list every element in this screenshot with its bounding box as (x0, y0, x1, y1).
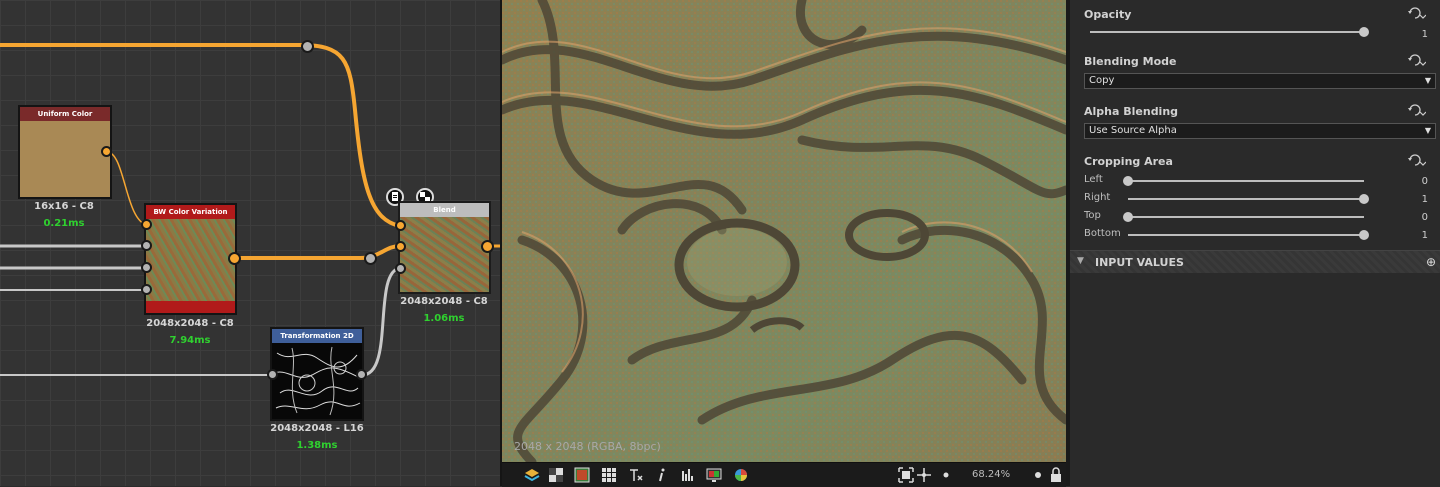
node-title: BW Color Variation (146, 205, 235, 219)
reset-icon[interactable] (1408, 103, 1426, 117)
blending-mode-value: Copy (1089, 75, 1115, 86)
node-transformation-2d[interactable]: Transformation 2D (270, 327, 364, 421)
crop-bottom-slider-track[interactable] (1128, 234, 1364, 236)
node-bw-color-variation[interactable]: BW Color Variation (144, 203, 237, 315)
output-port[interactable] (481, 240, 494, 253)
crop-left-slider-track[interactable] (1128, 180, 1364, 182)
node-resolution: 2048x2048 - C8 (400, 296, 488, 307)
alpha-blending-label: Alpha Blending (1084, 105, 1179, 118)
crop-right-slider-handle[interactable] (1359, 194, 1369, 204)
node-thumbnail (20, 121, 110, 197)
color-wheel-icon[interactable] (733, 467, 749, 483)
add-icon[interactable]: ⊕ (1426, 255, 1436, 269)
input-port-background[interactable] (395, 241, 406, 252)
opacity-value[interactable]: 1 (1410, 29, 1428, 40)
histogram-icon[interactable] (680, 467, 696, 483)
opacity-label: Opacity (1084, 8, 1132, 21)
lock-icon[interactable] (1048, 467, 1064, 483)
opacity-slider-track[interactable] (1090, 31, 1364, 33)
blending-mode-dropdown[interactable]: Copy ▼ (1084, 73, 1436, 89)
input-port[interactable] (141, 240, 152, 251)
node-title: Blend (400, 203, 489, 217)
crop-top-label: Top (1084, 210, 1101, 221)
crop-bottom-slider-handle[interactable] (1359, 230, 1369, 240)
image-info: 2048 x 2048 (RGBA, 8bpc) (514, 440, 661, 453)
input-values-section-header[interactable]: ▼ INPUT VALUES ⊕ (1070, 250, 1440, 273)
view-toolbar: 68.24% (502, 462, 1066, 487)
node-resolution: 2048x2048 - C8 (146, 318, 234, 329)
dropdown-arrow-icon: ▼ (1424, 76, 1431, 85)
node-cook-time: 0.21ms (43, 218, 85, 229)
alpha-blending-value: Use Source Alpha (1089, 125, 1177, 136)
node-thumbnail (146, 219, 235, 301)
output-port[interactable] (228, 252, 241, 265)
crop-right-slider-track[interactable] (1128, 198, 1364, 200)
node-cook-time: 1.06ms (423, 313, 465, 324)
reroute-dot[interactable] (364, 252, 377, 265)
node-footer (146, 301, 235, 313)
input-port-foreground[interactable] (395, 220, 406, 231)
node-thumbnail (400, 217, 489, 292)
designer-window: Uniform Color 16x16 - C8 0.21ms BW Color… (0, 0, 1440, 487)
mask-thumbnail-lines (273, 346, 361, 416)
crop-bottom-label: Bottom (1084, 228, 1121, 239)
crop-top-slider-track[interactable] (1128, 216, 1364, 218)
zoom-level[interactable]: 68.24% (972, 469, 1010, 480)
node-blend[interactable]: Blend (398, 201, 491, 294)
display-icon[interactable] (706, 467, 722, 483)
crop-left-slider-handle[interactable] (1123, 176, 1133, 186)
node-resolution: 16x16 - C8 (34, 201, 94, 212)
crop-left-label: Left (1084, 174, 1103, 185)
color-swatch-icon[interactable] (574, 467, 590, 483)
crop-top-value[interactable]: 0 (1410, 212, 1428, 223)
fit-icon[interactable] (898, 467, 914, 483)
crop-top-slider-handle[interactable] (1123, 212, 1133, 222)
crop-right-value[interactable]: 1 (1410, 194, 1428, 205)
node-uniform-color[interactable]: Uniform Color (18, 105, 112, 199)
input-values-title: INPUT VALUES (1095, 256, 1184, 269)
input-port-mask[interactable] (395, 263, 406, 274)
reset-icon[interactable] (1408, 153, 1426, 167)
2d-view[interactable]: 2048 x 2048 (RGBA, 8bpc) 68.24% (502, 0, 1066, 487)
info-icon[interactable] (654, 467, 670, 483)
alpha-blending-dropdown[interactable]: Use Source Alpha ▼ (1084, 123, 1436, 139)
properties-panel: Opacity 1 Blending Mode Copy ▼ Alpha Ble… (1070, 0, 1440, 486)
collapse-chevron-icon[interactable]: ▼ (1077, 256, 1084, 266)
input-port[interactable] (267, 369, 278, 380)
input-port[interactable] (141, 284, 152, 295)
checker-icon[interactable] (548, 467, 564, 483)
reset-icon[interactable] (1408, 53, 1426, 67)
cropping-area-label: Cropping Area (1084, 155, 1173, 168)
node-cook-time: 1.38ms (296, 440, 338, 451)
zoom-out-icon[interactable] (938, 467, 954, 483)
dropdown-arrow-icon: ▼ (1424, 126, 1431, 135)
blending-mode-label: Blending Mode (1084, 55, 1177, 68)
input-port[interactable] (141, 262, 152, 273)
texture-image (502, 0, 1066, 462)
input-port[interactable] (141, 219, 152, 230)
graph-editor[interactable]: Uniform Color 16x16 - C8 0.21ms BW Color… (0, 0, 500, 486)
node-cook-time: 7.94ms (169, 335, 211, 346)
crop-bottom-value[interactable]: 1 (1410, 230, 1428, 241)
pan-icon[interactable] (916, 467, 932, 483)
reroute-dot[interactable] (301, 40, 314, 53)
opacity-slider-handle[interactable] (1359, 27, 1369, 37)
node-title: Uniform Color (20, 107, 110, 121)
crop-left-value[interactable]: 0 (1410, 176, 1428, 187)
grid-icon[interactable] (601, 467, 617, 483)
crop-right-label: Right (1084, 192, 1111, 203)
node-resolution: 2048x2048 - L16 (270, 423, 364, 434)
tiling-icon[interactable] (628, 467, 644, 483)
layers-icon[interactable] (524, 467, 540, 483)
texture-preview[interactable] (502, 0, 1066, 462)
output-port[interactable] (101, 146, 112, 157)
node-title: Transformation 2D (272, 329, 362, 343)
zoom-in-icon[interactable] (1030, 467, 1046, 483)
reset-icon[interactable] (1408, 6, 1426, 20)
output-port[interactable] (356, 369, 367, 380)
node-thumbnail (272, 343, 362, 419)
